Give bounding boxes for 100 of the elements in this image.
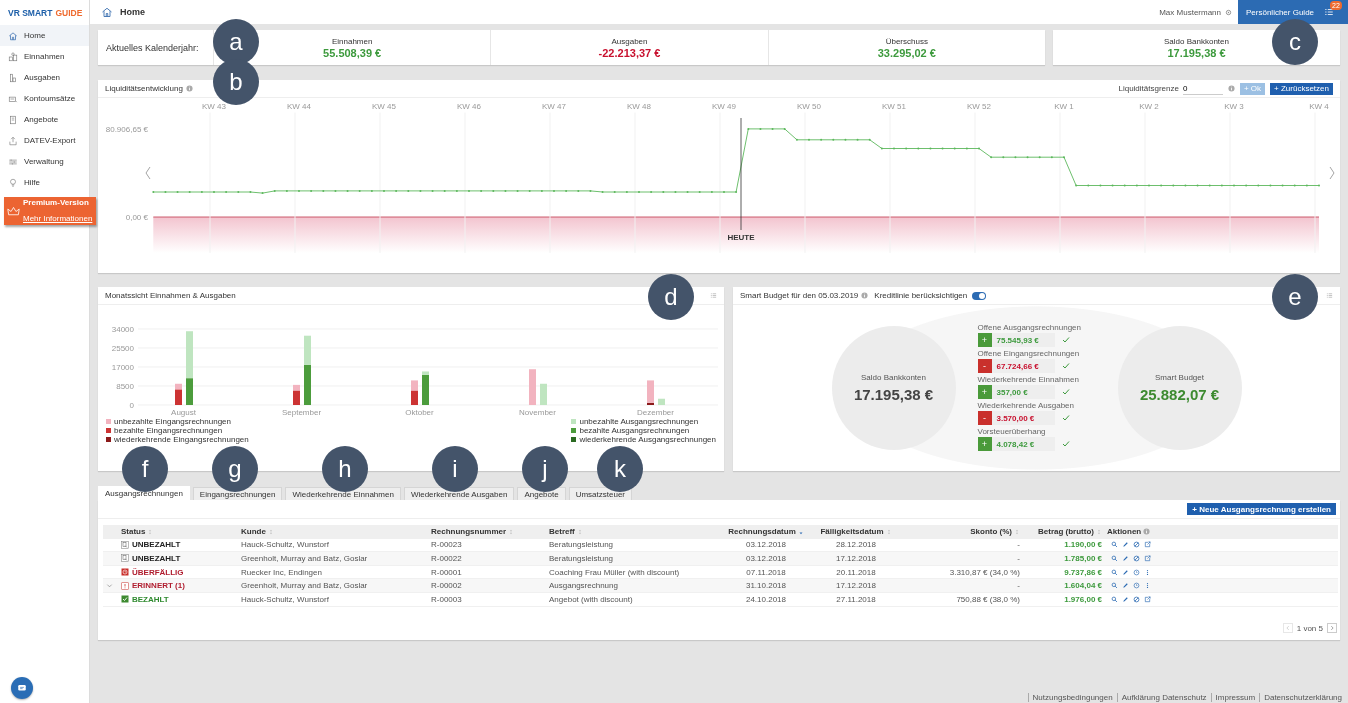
nav-item[interactable]: Einnahmen bbox=[0, 46, 89, 67]
external-link-icon[interactable] bbox=[1144, 555, 1151, 562]
check-icon[interactable] bbox=[1061, 440, 1070, 448]
tab[interactable]: Wiederkehrende Ausgaben bbox=[403, 487, 515, 500]
nav-item[interactable]: DATEV-Export bbox=[0, 130, 89, 151]
footer-link[interactable]: Aufklärung Datenschutz bbox=[1116, 693, 1211, 702]
toggle-switch[interactable] bbox=[972, 291, 987, 300]
axis-label: KW 46 bbox=[457, 102, 481, 111]
stat-label: Überschuss bbox=[885, 36, 928, 46]
clock-icon[interactable] bbox=[1133, 582, 1140, 590]
new-invoice-button[interactable]: + Neue Ausgangsrechnung erstellen bbox=[1187, 503, 1336, 515]
axis-label: KW 44 bbox=[287, 102, 311, 111]
toggle-label: Kreditlinie berücksichtigen bbox=[874, 291, 968, 300]
settings-icon[interactable] bbox=[1225, 8, 1232, 16]
tab[interactable]: Ausgangsrechnungen bbox=[98, 486, 190, 500]
field-label: Liquiditätsgrenze bbox=[1118, 84, 1179, 93]
search-icon[interactable] bbox=[1111, 568, 1118, 576]
external-link-icon[interactable] bbox=[1144, 541, 1151, 549]
column-header[interactable]: Status bbox=[121, 527, 146, 537]
more-icon[interactable] bbox=[1144, 568, 1151, 576]
status-label: UNBEZAHLT bbox=[132, 540, 181, 550]
data-point bbox=[443, 189, 446, 192]
column-header[interactable]: Rechnungsdatum bbox=[728, 527, 796, 537]
data-point bbox=[868, 138, 871, 141]
column-header[interactable]: Betrag (brutto) bbox=[1038, 527, 1094, 537]
pencil-icon[interactable] bbox=[1122, 541, 1129, 549]
clock-icon[interactable] bbox=[1133, 568, 1140, 576]
data-point bbox=[1075, 184, 1078, 187]
more-icon[interactable] bbox=[1144, 582, 1151, 590]
table-cell-text: 1.785,00 € bbox=[1063, 554, 1103, 563]
search-icon[interactable] bbox=[1111, 555, 1118, 562]
data-point bbox=[747, 127, 750, 130]
chat-button[interactable] bbox=[11, 677, 33, 699]
cancel-icon[interactable] bbox=[1133, 541, 1140, 549]
chevron-right-icon[interactable] bbox=[1329, 166, 1335, 180]
nav-item[interactable]: Verwaltung bbox=[0, 151, 89, 172]
check-icon[interactable] bbox=[1061, 414, 1070, 422]
external-link-icon[interactable] bbox=[1144, 595, 1151, 603]
column-header[interactable]: Betreff bbox=[549, 527, 575, 537]
data-point bbox=[540, 189, 543, 192]
pencil-icon[interactable] bbox=[1122, 595, 1129, 603]
pencil-icon[interactable] bbox=[1122, 582, 1129, 590]
bar-segment bbox=[658, 398, 665, 405]
check-icon[interactable] bbox=[1061, 388, 1070, 396]
column-header[interactable]: Kunde bbox=[241, 527, 266, 537]
table-cell-text: 27.11.2018 bbox=[835, 594, 877, 604]
amount-value: 4.078,42 € bbox=[991, 437, 1055, 451]
tab[interactable]: Wiederkehrende Einnahmen bbox=[285, 487, 401, 500]
pencil-icon[interactable] bbox=[1122, 555, 1129, 562]
footer-link[interactable]: Impressum bbox=[1210, 693, 1260, 702]
callout-marker: e bbox=[1272, 274, 1318, 320]
table-cell-text: - bbox=[1016, 581, 1021, 591]
table-cell-text: Coaching Frau Müller (with discount) bbox=[548, 567, 681, 577]
list-icon[interactable] bbox=[1326, 292, 1333, 299]
table-cell-text: R-00023 bbox=[430, 540, 463, 550]
column-header[interactable]: Skonto (%) bbox=[970, 527, 1012, 537]
check-icon[interactable] bbox=[1061, 362, 1070, 370]
sign-badge: + bbox=[977, 333, 992, 347]
chevron-left-icon[interactable] bbox=[145, 166, 151, 180]
table-cell-text: R-00022 bbox=[430, 554, 463, 563]
data-point bbox=[856, 138, 859, 141]
nav-item[interactable]: Angebote bbox=[0, 109, 89, 130]
chevron-down-icon[interactable] bbox=[106, 582, 113, 590]
table-cell-text: 3.310,87 € (34,0 %) bbox=[948, 567, 1021, 577]
pencil-icon[interactable] bbox=[1122, 568, 1129, 576]
table-cell-text: Hauck-Schultz, Wunstorf bbox=[240, 594, 330, 604]
column-header: Aktionen bbox=[1107, 527, 1142, 537]
nav-item[interactable]: Home bbox=[0, 25, 89, 46]
data-point bbox=[1269, 184, 1272, 187]
footer-link[interactable]: Nutzungsbedingungen bbox=[1027, 693, 1117, 702]
search-icon[interactable] bbox=[1111, 582, 1118, 590]
nav-item[interactable]: Ausgaben bbox=[0, 67, 89, 88]
column-header[interactable]: Fälligkeitsdatum bbox=[820, 527, 884, 537]
upload-icon bbox=[8, 135, 18, 146]
table-cell-text: 1.604,04 € bbox=[1063, 581, 1103, 591]
nav-item[interactable]: Kontoumsätze bbox=[0, 88, 89, 109]
amount-value: 67.724,66 € bbox=[991, 359, 1055, 373]
data-point bbox=[990, 156, 993, 159]
tab[interactable]: Eingangsrechnungen bbox=[192, 487, 283, 500]
nav-item[interactable]: Hilfe bbox=[0, 172, 89, 193]
data-point bbox=[419, 189, 422, 192]
check-icon[interactable] bbox=[1061, 336, 1070, 344]
limit-field[interactable]: 0 bbox=[1182, 82, 1223, 95]
cancel-icon[interactable] bbox=[1133, 555, 1140, 562]
footer-link[interactable]: Datenschutzerklärung bbox=[1259, 693, 1346, 702]
user-name[interactable]: Max Mustermann bbox=[1159, 7, 1221, 17]
chart-button[interactable]: + Zurücksetzen bbox=[1270, 82, 1333, 95]
cancel-icon[interactable] bbox=[1133, 595, 1140, 603]
legend-label: wiederkehrende Eingangsrechnungen bbox=[114, 435, 249, 444]
data-point bbox=[395, 189, 398, 192]
search-icon[interactable] bbox=[1111, 595, 1118, 603]
search-icon[interactable] bbox=[1111, 541, 1118, 549]
axis-label: 34000 bbox=[111, 325, 134, 334]
tab[interactable]: Umsatzsteuer bbox=[568, 487, 632, 500]
column-header[interactable]: Rechnungsnummer bbox=[431, 527, 507, 537]
status-label: UNBEZAHLT bbox=[132, 554, 181, 563]
next-page-button[interactable] bbox=[1327, 623, 1337, 633]
list-icon[interactable] bbox=[710, 292, 717, 299]
amount-value: 3.570,00 € bbox=[991, 411, 1055, 425]
data-point bbox=[285, 189, 288, 192]
